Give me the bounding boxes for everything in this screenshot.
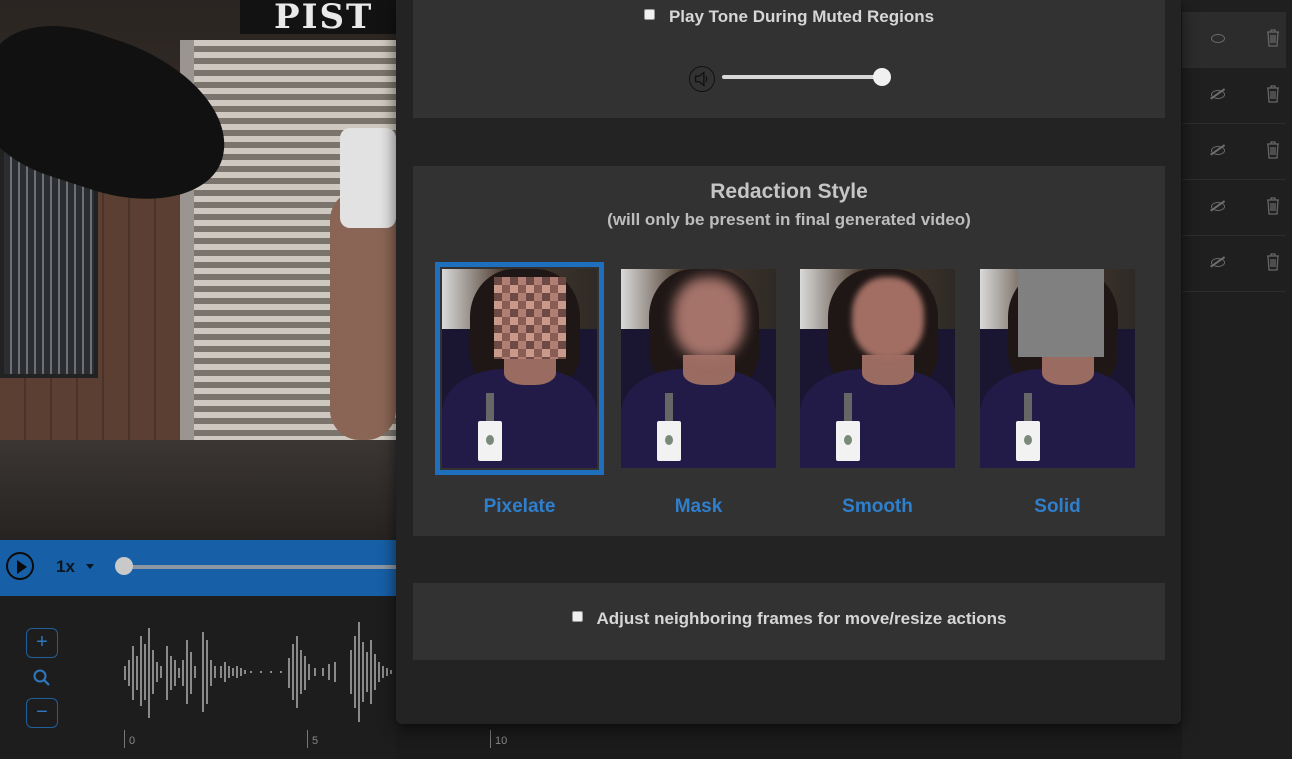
play-icon[interactable] xyxy=(6,552,34,580)
play-tone-option[interactable]: Play Tone During Muted Regions xyxy=(413,7,1165,27)
settings-modal: Play Tone During Muted Regions Redaction… xyxy=(396,0,1181,724)
trash-icon[interactable] xyxy=(1266,141,1280,159)
zoom-in-button[interactable]: + xyxy=(26,628,58,658)
frame-adjust-card: Adjust neighboring frames for move/resiz… xyxy=(413,583,1165,660)
style-label-smooth[interactable]: Smooth xyxy=(800,496,955,518)
id-badge xyxy=(836,421,860,461)
speaker-icon xyxy=(689,66,715,92)
caret-down-icon[interactable] xyxy=(86,564,94,569)
playback-speed[interactable]: 1x xyxy=(56,557,75,577)
smoothed-face xyxy=(852,277,924,359)
audio-settings-card: Play Tone During Muted Regions xyxy=(413,0,1165,118)
redaction-style-title: Redaction Style xyxy=(710,180,868,203)
video-ground xyxy=(0,440,396,540)
style-option-pixelate[interactable] xyxy=(435,262,604,475)
volume-slider-track[interactable] xyxy=(722,75,882,79)
style-option-smooth[interactable] xyxy=(800,269,955,468)
redaction-style-subtitle: (will only be present in final generated… xyxy=(607,210,971,229)
waveform-tick-label: 0 xyxy=(124,730,135,748)
eye-icon[interactable] xyxy=(1211,34,1225,43)
play-tone-label: Play Tone During Muted Regions xyxy=(668,7,935,26)
waveform-graph[interactable] xyxy=(120,616,396,726)
object-row[interactable] xyxy=(1182,180,1286,236)
style-option-mask[interactable] xyxy=(621,269,776,468)
object-row[interactable] xyxy=(1182,236,1286,292)
waveform-tick-label: 5 xyxy=(307,730,318,748)
style-option-solid[interactable] xyxy=(980,269,1135,468)
redaction-style-card: Redaction Style (will only be present in… xyxy=(413,166,1165,536)
object-row[interactable] xyxy=(1182,12,1286,68)
id-badge xyxy=(478,421,502,461)
redaction-object-list xyxy=(1182,0,1292,759)
eye-off-icon[interactable] xyxy=(1211,258,1225,267)
trash-icon[interactable] xyxy=(1266,85,1280,103)
id-badge xyxy=(1016,421,1040,461)
eye-off-icon[interactable] xyxy=(1211,90,1225,99)
id-badge xyxy=(657,421,681,461)
masked-face xyxy=(673,277,745,359)
style-label-pixelate[interactable]: Pixelate xyxy=(442,496,597,518)
object-row[interactable] xyxy=(1182,124,1286,180)
search-icon xyxy=(33,669,50,686)
adjust-neighbor-option[interactable]: Adjust neighboring frames for move/resiz… xyxy=(413,609,1165,629)
style-label-solid[interactable]: Solid xyxy=(980,496,1135,518)
timeline-scrubber-track[interactable] xyxy=(120,565,396,569)
eye-off-icon[interactable] xyxy=(1211,146,1225,155)
trash-icon[interactable] xyxy=(1266,197,1280,215)
waveform-tick-label: 10 xyxy=(490,730,507,748)
timeline-scrubber-knob[interactable] xyxy=(115,557,133,575)
video-phone xyxy=(340,128,396,228)
solid-box-face xyxy=(1018,269,1104,357)
play-tone-checkbox[interactable] xyxy=(643,9,655,21)
object-row[interactable] xyxy=(1182,68,1286,124)
player-bar: 1x xyxy=(0,540,396,596)
video-frame[interactable]: PIST xyxy=(0,0,396,540)
volume-slider-knob[interactable] xyxy=(873,68,891,86)
trash-icon[interactable] xyxy=(1266,29,1280,47)
style-label-mask[interactable]: Mask xyxy=(621,496,776,518)
eye-off-icon[interactable] xyxy=(1211,202,1225,211)
adjust-neighbor-checkbox[interactable] xyxy=(571,611,583,623)
adjust-neighbor-label: Adjust neighboring frames for move/resiz… xyxy=(596,609,1007,628)
audio-waveform-panel: + − 0 5 10 xyxy=(0,596,507,759)
zoom-out-button[interactable]: − xyxy=(26,698,58,728)
pixelated-face xyxy=(494,277,566,359)
video-store-sign: PIST xyxy=(240,0,396,34)
trash-icon[interactable] xyxy=(1266,253,1280,271)
